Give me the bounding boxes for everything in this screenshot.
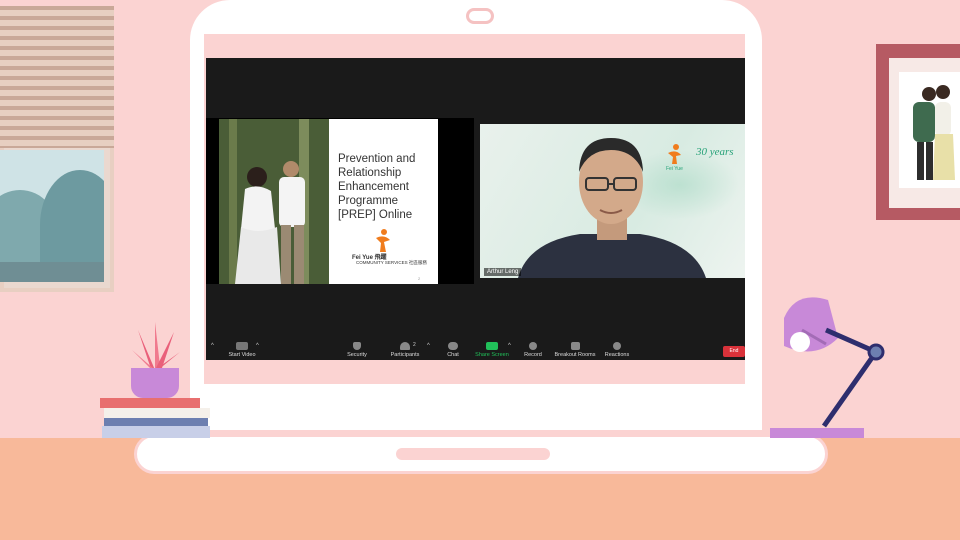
share-screen-icon xyxy=(486,342,498,350)
reactions-button[interactable]: Reactions xyxy=(602,338,632,358)
breakout-rooms-button[interactable]: Breakout Rooms xyxy=(552,338,598,358)
participant-name-tag: Arthur Leng xyxy=(484,268,522,276)
video-options-caret[interactable]: ^ xyxy=(256,343,259,349)
security-button[interactable]: Security xyxy=(342,338,372,358)
reactions-icon xyxy=(613,342,621,350)
camera-off-icon xyxy=(236,342,248,350)
participants-count: 2 xyxy=(413,342,416,348)
shield-icon xyxy=(353,342,361,350)
share-screen-button[interactable]: Share Screen xyxy=(474,338,510,358)
record-button[interactable]: Record xyxy=(520,338,546,358)
window-blinds xyxy=(0,6,114,148)
chat-icon xyxy=(448,342,458,350)
fei-yue-watermark-icon xyxy=(668,144,681,164)
share-options-caret[interactable]: ^ xyxy=(508,343,511,349)
meeting-toolbar: ^ Start Video ^ Security Participants 2 … xyxy=(206,338,745,360)
video-logo-text: Fei Yue xyxy=(666,166,683,172)
slide-photo xyxy=(219,119,329,284)
slide-logo-subtext: COMMUNITY SERVICES 社區服務 xyxy=(356,260,427,265)
participants-icon xyxy=(400,342,410,350)
chat-button[interactable]: Chat xyxy=(440,338,466,358)
participants-button[interactable]: Participants xyxy=(388,338,422,358)
laptop-trackpad-notch xyxy=(396,448,550,460)
laptop-camera xyxy=(466,8,494,24)
desk-lamp-icon xyxy=(784,297,885,428)
participant-video[interactable]: Fei Yue 30 years xyxy=(480,124,745,278)
participants-caret[interactable]: ^ xyxy=(427,343,430,349)
plant-icon xyxy=(132,322,180,370)
start-video-button[interactable]: Start Video xyxy=(224,338,260,358)
window-sill xyxy=(0,262,104,282)
plant-pot xyxy=(131,368,179,398)
book-stack xyxy=(100,398,210,438)
lamp-base xyxy=(770,428,864,438)
wall-couple-picture xyxy=(899,72,960,188)
fei-yue-logo-icon xyxy=(376,229,390,252)
breakout-icon xyxy=(570,342,580,350)
slide-title: Prevention and Relationship Enhancement … xyxy=(338,153,416,221)
end-meeting-button[interactable]: End xyxy=(723,346,745,357)
slide-page-number: 2 xyxy=(418,276,421,281)
audio-options-caret[interactable]: ^ xyxy=(211,343,214,349)
record-icon xyxy=(529,342,537,350)
anniversary-badge: 30 years xyxy=(696,146,734,158)
